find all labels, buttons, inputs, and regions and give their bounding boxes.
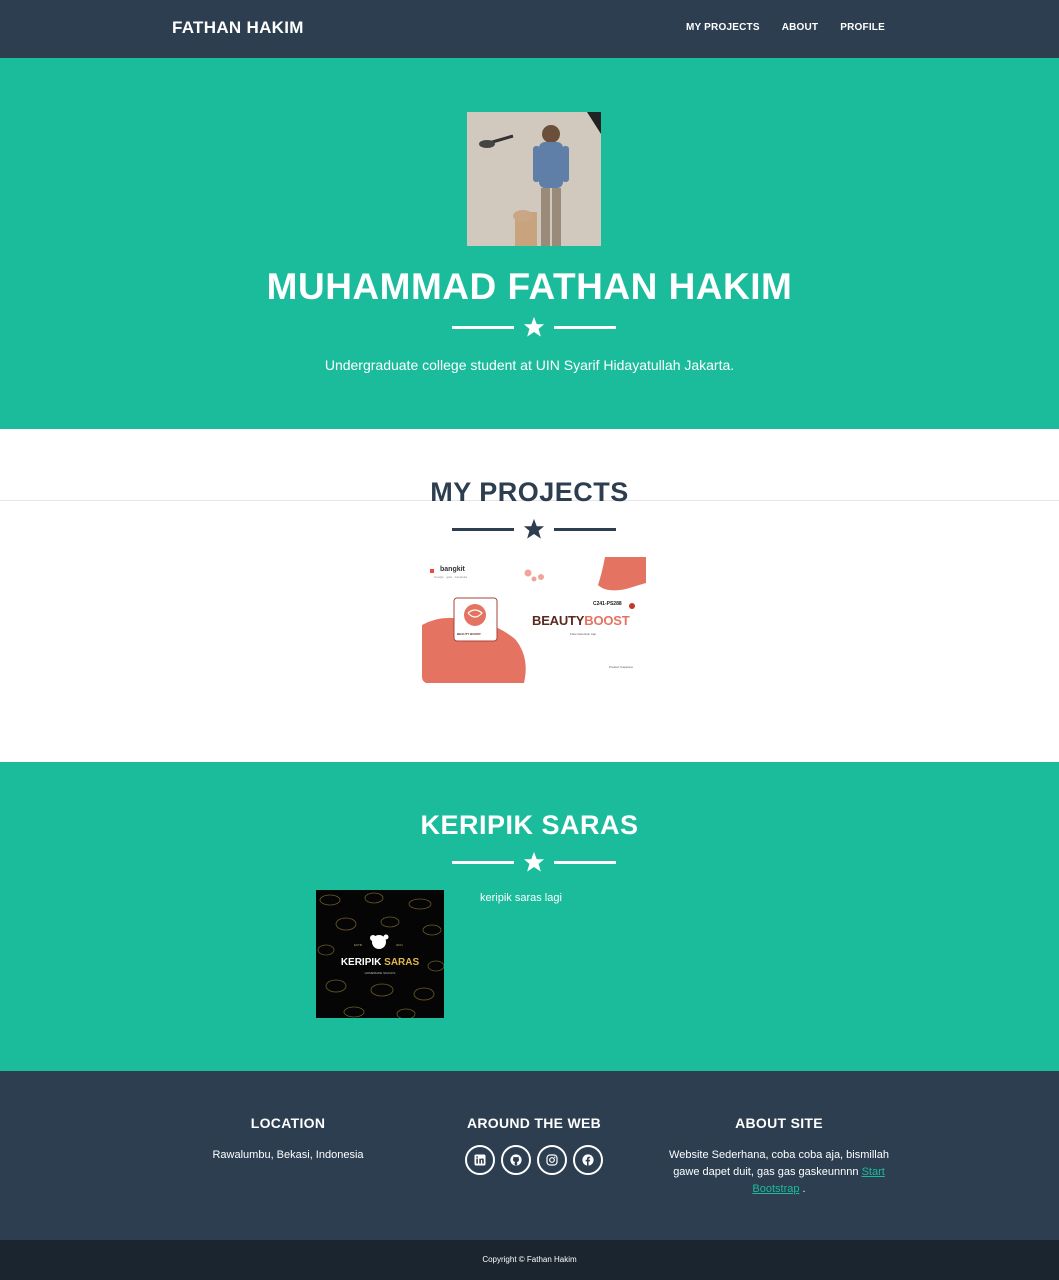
about-heading: ABOUT SITE [735,1115,823,1131]
facebook-icon [582,1154,594,1166]
logo-word-keripik: KERIPIK [340,957,382,968]
star-icon [523,316,545,337]
divider-line [554,861,616,864]
nav-link-about[interactable]: ABOUT [782,22,819,33]
card-footer-label: Product Capstone [609,665,634,669]
footer-about-site: ABOUT SITE Website Sederhana, coba coba … [664,1115,894,1198]
about-body: Website Sederhana, coba coba aja, bismil… [669,1149,889,1178]
logo-est: ESTB [354,943,362,947]
projects-title: MY PROJECTS [430,477,629,507]
star-icon [523,851,545,872]
logo-caption: BEAUTY BOOST [457,632,481,636]
hero-subtitle: Undergraduate college student at UIN Sya… [324,357,735,373]
hero-divider [452,316,616,338]
footer: LOCATION Rawalumbu, Bekasi, Indonesia AR… [0,1071,1059,1240]
location-heading: LOCATION [250,1115,326,1131]
github-icon [510,1154,522,1166]
linkedin-icon [474,1154,486,1166]
copyright-bar: Copyright © Fathan Hakim [0,1240,1059,1280]
keripik-divider [452,851,616,873]
logo-word-saras: SARAS [384,957,420,968]
instagram-button[interactable] [537,1145,567,1175]
projects-section: MY PROJECTS bangkit Google · goto · trav… [0,429,1059,762]
profile-photo [467,112,601,246]
navbar: FATHAN HAKIM MY PROJECTS ABOUT PROFILE [0,0,1059,58]
beautyboost-wordmark: BEAUTYBOOST [532,613,630,628]
divider-line [554,326,616,329]
divider-line [452,528,514,531]
keripik-saras-logo[interactable]: ESTB 2024 KERIPIK SARAS HOMEMADE SNACKS [316,890,444,1018]
facebook-button[interactable] [573,1145,603,1175]
hero-section: MUHAMMAD FATHAN HAKIM Undergraduate coll… [0,58,1059,429]
about-text: Website Sederhana, coba coba aja, bismil… [664,1147,894,1198]
instagram-icon [546,1154,558,1166]
github-button[interactable] [501,1145,531,1175]
wordmark-beauty: BEAUTY [532,613,585,628]
divider-line [554,528,616,531]
keripik-section: KERIPIK SARAS ESTB 2024 KERIPIK SARAS HO… [0,762,1059,1071]
star-icon [523,518,545,539]
copyright-text: Copyright © Fathan Hakim [482,1255,577,1264]
keripik-description: keripik saras lagi [480,892,562,904]
projects-divider [452,518,616,540]
wordmark-boost: BOOST [584,613,630,628]
around-web-heading: AROUND THE WEB [466,1115,602,1131]
logo-tagline: HOMEMADE SNACKS [364,971,396,975]
card-subtitle: Face Detection App [570,632,597,636]
divider-line [452,861,514,864]
location-text: Rawalumbu, Bekasi, Indonesia [212,1149,364,1161]
project-card-beautyboost[interactable]: bangkit Google · goto · traveloka C241-P… [420,553,648,684]
footer-location: LOCATION Rawalumbu, Bekasi, Indonesia [188,1115,388,1164]
divider-line [452,326,514,329]
linkedin-button[interactable] [465,1145,495,1175]
logo-year: 2024 [396,943,403,947]
nav-link-profile[interactable]: PROFILE [840,22,885,33]
footer-around-web: AROUND THE WEB [434,1115,634,1175]
bangkit-sublabel: Google · goto · traveloka [434,575,468,579]
about-end: . [802,1183,806,1195]
nav-links: MY PROJECTS ABOUT PROFILE [686,22,885,33]
brand-link[interactable]: FATHAN HAKIM [172,18,304,38]
keripik-title: KERIPIK SARAS [420,810,639,840]
hero-title: MUHAMMAD FATHAN HAKIM [266,266,793,307]
social-links [434,1145,634,1175]
nav-link-my-projects[interactable]: MY PROJECTS [686,22,760,33]
bangkit-label: bangkit [440,566,465,573]
team-code: C241-PS288 [593,601,622,607]
logo-wordmark: KERIPIK SARAS [316,957,444,968]
